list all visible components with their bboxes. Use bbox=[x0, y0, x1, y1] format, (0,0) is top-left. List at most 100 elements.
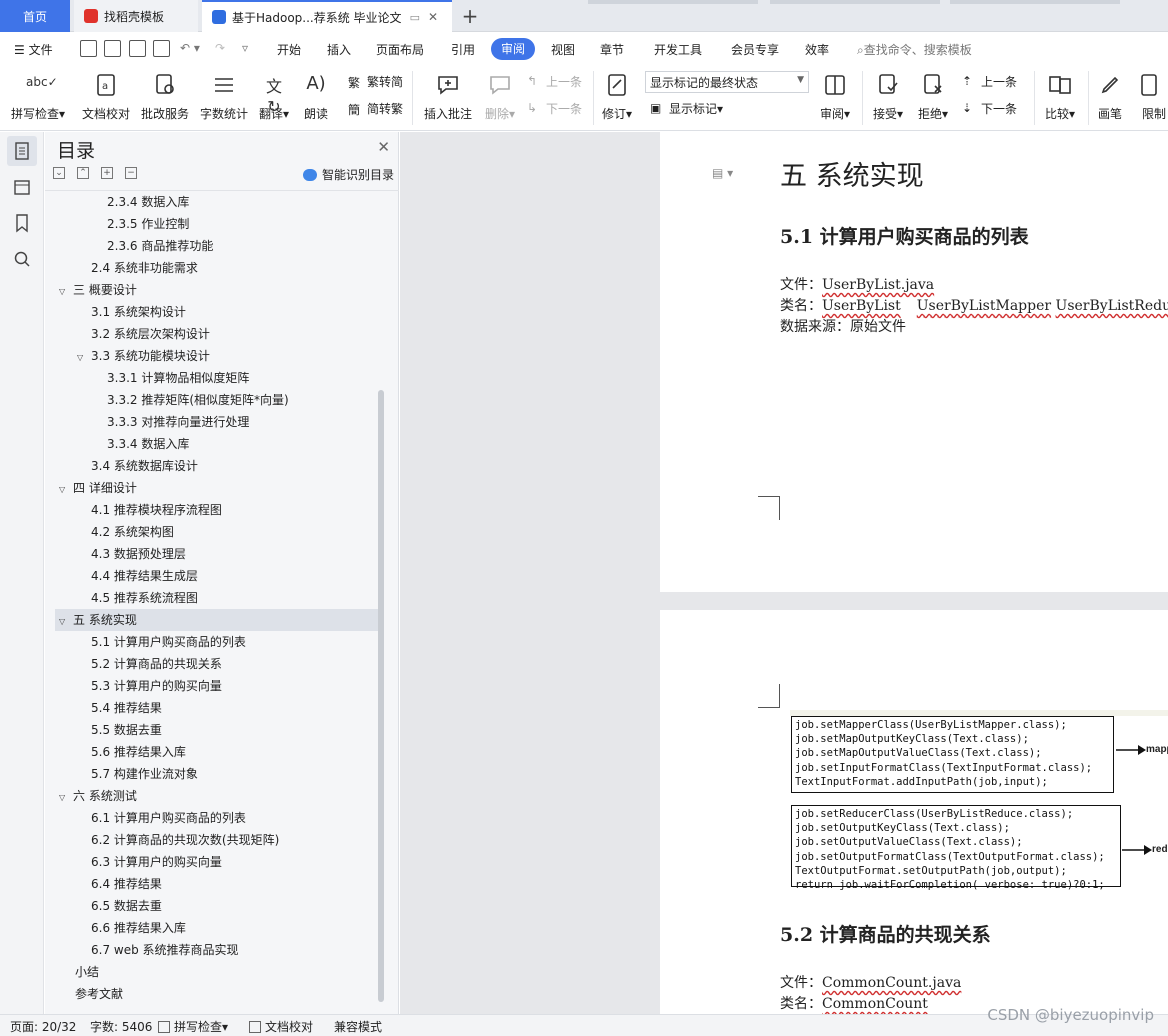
expand-up-icon[interactable]: ⌃ bbox=[77, 167, 89, 179]
toc-item[interactable]: 4.1 推荐模块程序流程图 bbox=[91, 499, 222, 521]
menu-member[interactable]: 会员专享 bbox=[731, 41, 779, 58]
chevron-down-icon[interactable]: ▽ bbox=[59, 611, 73, 633]
remove-level-icon[interactable]: − bbox=[125, 167, 137, 179]
toc-item[interactable]: 6.5 数据去重 bbox=[91, 895, 162, 917]
toc-item[interactable]: 6.6 推荐结果入库 bbox=[91, 917, 186, 939]
new-tab-button[interactable]: + bbox=[456, 0, 484, 32]
toc-item[interactable]: 4.2 系统架构图 bbox=[91, 521, 174, 543]
toc-item[interactable]: 2.3.4 数据入库 bbox=[107, 191, 189, 213]
page-indicator[interactable]: 页面: 20/32 bbox=[10, 1018, 76, 1035]
export-pdf-icon[interactable] bbox=[104, 40, 121, 57]
markup-state-select[interactable]: 显示标记的最终状态 ▼ bbox=[645, 71, 809, 93]
close-icon[interactable]: ✕ bbox=[377, 138, 390, 156]
toc-item[interactable]: ▽ 3.3 系统功能模块设计 bbox=[77, 345, 210, 367]
customize-icon[interactable]: ▿ bbox=[242, 41, 248, 55]
toc-item[interactable]: 4.4 推荐结果生成层 bbox=[91, 565, 198, 587]
toc-item[interactable]: 6.1 计算用户购买商品的列表 bbox=[91, 807, 246, 829]
read-aloud-button[interactable]: A) 朗读 bbox=[286, 69, 346, 127]
chevron-down-icon[interactable]: ▽ bbox=[59, 787, 73, 809]
tab-home[interactable]: 首页 bbox=[0, 0, 70, 32]
menu-references[interactable]: 引用 bbox=[451, 41, 475, 58]
toc-scrollbar[interactable] bbox=[378, 390, 384, 1002]
collapse-all-icon[interactable]: ⌄ bbox=[53, 167, 65, 179]
toc-item[interactable]: 3.3.3 对推荐向量进行处理 bbox=[107, 411, 249, 433]
toc-item[interactable]: 小结 bbox=[75, 961, 99, 983]
insert-comment-button[interactable]: 插入批注 bbox=[418, 69, 478, 127]
toc-item[interactable]: 6.2 计算商品的共现次数(共现矩阵) bbox=[91, 829, 279, 851]
add-level-icon[interactable]: + bbox=[101, 167, 113, 179]
pen-button[interactable]: 画笔 bbox=[1080, 69, 1140, 127]
search-nav-button[interactable] bbox=[7, 244, 37, 274]
print-icon[interactable] bbox=[129, 40, 146, 57]
toc-item[interactable]: 6.7 web 系统推荐商品实现 bbox=[91, 939, 239, 961]
chevron-down-icon[interactable]: ▽ bbox=[59, 281, 73, 303]
toc-item[interactable]: ▽ 三 概要设计 bbox=[59, 279, 137, 301]
toc-item[interactable]: 5.5 数据去重 bbox=[91, 719, 162, 741]
status-spell-check[interactable]: 拼写检查 ▾ bbox=[158, 1018, 228, 1035]
toc-item[interactable]: 3.3.4 数据入库 bbox=[107, 433, 189, 455]
redo-icon[interactable]: ↷ bbox=[215, 41, 225, 55]
delete-comment-button[interactable]: 删除▾ bbox=[470, 69, 530, 127]
toc-item[interactable]: 6.4 推荐结果 bbox=[91, 873, 162, 895]
prev-change-button[interactable]: ⇡ 上一条 bbox=[962, 73, 1017, 90]
smart-toc-button[interactable]: 智能识别目录 bbox=[302, 166, 394, 183]
chevron-down-icon[interactable]: ▽ bbox=[59, 479, 73, 501]
save-icon[interactable] bbox=[80, 40, 97, 57]
chevron-down-icon[interactable]: ▽ bbox=[77, 347, 91, 369]
next-comment-button[interactable]: ↳ 下一条 bbox=[527, 100, 582, 117]
toc-item[interactable]: 5.6 推荐结果入库 bbox=[91, 741, 186, 763]
menu-layout[interactable]: 页面布局 bbox=[376, 41, 424, 58]
close-tab-icon[interactable]: ✕ bbox=[428, 10, 438, 24]
toc-item[interactable]: 2.3.6 商品推荐功能 bbox=[107, 235, 213, 257]
reject-button[interactable]: 拒绝▾ bbox=[903, 69, 963, 127]
spell-check-button[interactable]: abc✓ 拼写检查▾ bbox=[8, 69, 68, 127]
toc-item[interactable]: ▽ 五 系统实现 bbox=[59, 609, 137, 631]
menu-devtools[interactable]: 开发工具 bbox=[654, 41, 702, 58]
toc-item[interactable]: ▽ 六 系统测试 bbox=[59, 785, 137, 807]
toc-item[interactable]: 5.7 构建作业流对象 bbox=[91, 763, 198, 785]
toc-item[interactable]: 5.1 计算用户购买商品的列表 bbox=[91, 631, 246, 653]
toc-item[interactable]: 参考文献 bbox=[75, 983, 123, 1005]
print-preview-icon[interactable] bbox=[153, 40, 170, 57]
menu-view[interactable]: 视图 bbox=[551, 41, 575, 58]
toc-item[interactable]: 3.3.2 推荐矩阵(相似度矩阵*向量) bbox=[107, 389, 289, 411]
toc-item[interactable]: 5.4 推荐结果 bbox=[91, 697, 162, 719]
menu-chapter[interactable]: 章节 bbox=[600, 41, 624, 58]
menu-review[interactable]: 审阅 bbox=[491, 38, 536, 60]
menu-start[interactable]: 开始 bbox=[277, 41, 301, 58]
tab-templates[interactable]: 找稻壳模板 bbox=[74, 0, 198, 32]
toc-item[interactable]: 3.2 系统层次架构设计 bbox=[91, 323, 210, 345]
toc-item[interactable]: ▽ 四 详细设计 bbox=[59, 477, 137, 499]
monitor-icon[interactable]: ▭ bbox=[410, 11, 420, 24]
toc-item[interactable]: 3.4 系统数据库设计 bbox=[91, 455, 198, 477]
menu-efficiency[interactable]: 效率 bbox=[805, 41, 829, 58]
toc-item[interactable]: 2.3.5 作业控制 bbox=[107, 213, 189, 235]
menu-insert[interactable]: 插入 bbox=[327, 41, 351, 58]
toc-item[interactable]: 3.3.1 计算物品相似度矩阵 bbox=[107, 367, 249, 389]
review-pane-button[interactable]: 审阅▾ bbox=[805, 69, 865, 127]
toc-item[interactable]: 5.2 计算商品的共现关系 bbox=[91, 653, 222, 675]
command-search[interactable]: ⌕查找命令、搜索模板 bbox=[857, 41, 972, 58]
bookmark-nav-button[interactable] bbox=[7, 208, 37, 238]
tab-document[interactable]: 基于Hadoop...荐系统 毕业论文 ▭ ✕ bbox=[202, 0, 452, 32]
word-count[interactable]: 字数: 5406 bbox=[90, 1018, 152, 1035]
toc-item[interactable]: 4.5 推荐系统流程图 bbox=[91, 587, 198, 609]
prev-comment-button[interactable]: ↰ 上一条 bbox=[527, 73, 582, 90]
chapter-nav-button[interactable] bbox=[7, 172, 37, 202]
toc-nav-button[interactable] bbox=[7, 136, 37, 166]
trad-to-simp-button[interactable]: 繁繁转简 bbox=[348, 73, 403, 90]
toc-item[interactable]: 3.1 系统架构设计 bbox=[91, 301, 186, 323]
proofread-button[interactable]: a 文档校对 bbox=[76, 69, 136, 127]
file-menu[interactable]: ☰ 文件 bbox=[14, 41, 53, 58]
toc-item[interactable]: 4.3 数据预处理层 bbox=[91, 543, 186, 565]
toc-item[interactable]: 2.4 系统非功能需求 bbox=[91, 257, 198, 279]
show-markup-button[interactable]: ▣ 显示标记 ▾ bbox=[650, 100, 723, 117]
toc-item[interactable]: 5.3 计算用户的购买向量 bbox=[91, 675, 222, 697]
simp-to-trad-button[interactable]: 簡简转繁 bbox=[348, 100, 403, 117]
page-options-icon[interactable]: ▤ ▾ bbox=[712, 166, 733, 180]
toc-item[interactable]: 6.3 计算用户的购买向量 bbox=[91, 851, 222, 873]
next-change-button[interactable]: ⇣ 下一条 bbox=[962, 100, 1017, 117]
restrict-edit-button[interactable]: 限制 bbox=[1132, 69, 1168, 127]
track-changes-button[interactable]: 修订▾ bbox=[587, 69, 647, 127]
batch-service-button[interactable]: 批改服务 bbox=[135, 69, 195, 127]
